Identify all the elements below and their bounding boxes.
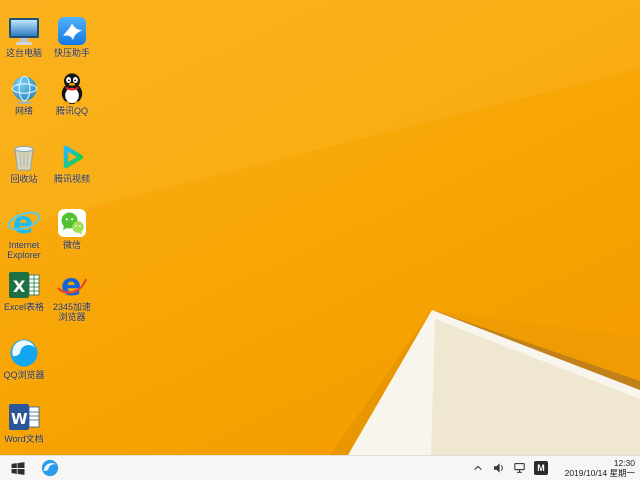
- desktop-icon-label: 腾讯QQ: [55, 106, 88, 116]
- clock-date: 2019/10/14 星期一: [564, 468, 635, 478]
- network-button[interactable]: [513, 460, 527, 476]
- desktop-icon-word[interactable]: W Word文档: [1, 396, 47, 444]
- taskbar-pinned-browser-icon[interactable]: [36, 456, 64, 480]
- desktop-icon-label: 微信: [62, 240, 81, 250]
- 2345-browser-icon: e: [53, 264, 91, 301]
- desktop-icon-qq-browser[interactable]: QQ浏览器: [1, 332, 47, 380]
- start-button[interactable]: [0, 456, 36, 480]
- input-method-indicator[interactable]: M: [534, 461, 548, 475]
- clock-time: 12:30: [613, 458, 635, 468]
- word-icon: W: [5, 396, 43, 433]
- desktop-icon-label: 2345加速浏览器: [52, 302, 92, 322]
- network-globe-icon: [5, 68, 43, 105]
- desktop-icon-label: Internet Explorer: [7, 240, 41, 260]
- desktop-icon-internet-explorer[interactable]: e Internet Explorer: [1, 202, 47, 260]
- desktop-icon-tencent-video[interactable]: 腾讯视频: [49, 136, 95, 184]
- svg-text:e: e: [61, 268, 81, 301]
- desktop-icon-label: 这台电脑: [5, 48, 42, 58]
- wechat-icon: [53, 202, 91, 239]
- desktop-icon-label: 腾讯视频: [53, 174, 90, 184]
- taskbar-clock[interactable]: 12:30 2019/10/14 星期一: [555, 458, 635, 478]
- volume-button[interactable]: [492, 460, 506, 476]
- kuaiya-bird-icon: [53, 10, 91, 47]
- desktop-icon-label: 回收站: [10, 174, 38, 184]
- this-pc-icon: [5, 10, 43, 47]
- qq-penguin-icon: [53, 68, 91, 105]
- desktop-icon-recycle-bin[interactable]: 回收站: [1, 136, 47, 184]
- chevron-up-icon: [474, 465, 482, 471]
- svg-text:W: W: [11, 410, 28, 428]
- input-method-letter: M: [537, 463, 545, 473]
- desktop-icon-label: 快压助手: [53, 48, 90, 58]
- excel-icon: X: [5, 264, 43, 301]
- desktop-icon-kuaiya[interactable]: 快压助手: [49, 10, 95, 58]
- svg-text:X: X: [13, 277, 26, 296]
- desktop-icon-this-pc[interactable]: 这台电脑: [1, 10, 47, 58]
- internet-explorer-icon: e: [5, 202, 43, 239]
- desktop: 这台电脑 网络 回收站 e Internet Explorer X Excel表…: [0, 0, 640, 455]
- desktop-icon-tencent-qq[interactable]: 腾讯QQ: [49, 68, 95, 116]
- desktop-icon-excel[interactable]: X Excel表格: [1, 264, 47, 312]
- recycle-bin-icon: [5, 136, 43, 173]
- qq-browser-icon: [5, 332, 43, 369]
- desktop-icon-label: QQ浏览器: [3, 370, 45, 380]
- desktop-icon-wechat[interactable]: 微信: [49, 202, 95, 250]
- desktop-icon-2345-browser[interactable]: e 2345加速浏览器: [49, 264, 95, 322]
- desktop-icon-label: Word文档: [4, 434, 44, 444]
- desktop-icon-network[interactable]: 网络: [1, 68, 47, 116]
- network-icon: [514, 463, 525, 473]
- hidden-icons-button[interactable]: [471, 460, 485, 476]
- tencent-video-play-icon: [53, 136, 91, 173]
- desktop-icon-label: 网络: [14, 106, 33, 116]
- taskbar: M 12:30 2019/10/14 星期一: [0, 455, 640, 480]
- svg-text:e: e: [13, 206, 33, 239]
- system-tray: M 12:30 2019/10/14 星期一: [471, 458, 640, 478]
- windows-logo-icon: [11, 461, 25, 475]
- desktop-icon-label: Excel表格: [3, 302, 44, 312]
- speaker-icon: [494, 463, 503, 473]
